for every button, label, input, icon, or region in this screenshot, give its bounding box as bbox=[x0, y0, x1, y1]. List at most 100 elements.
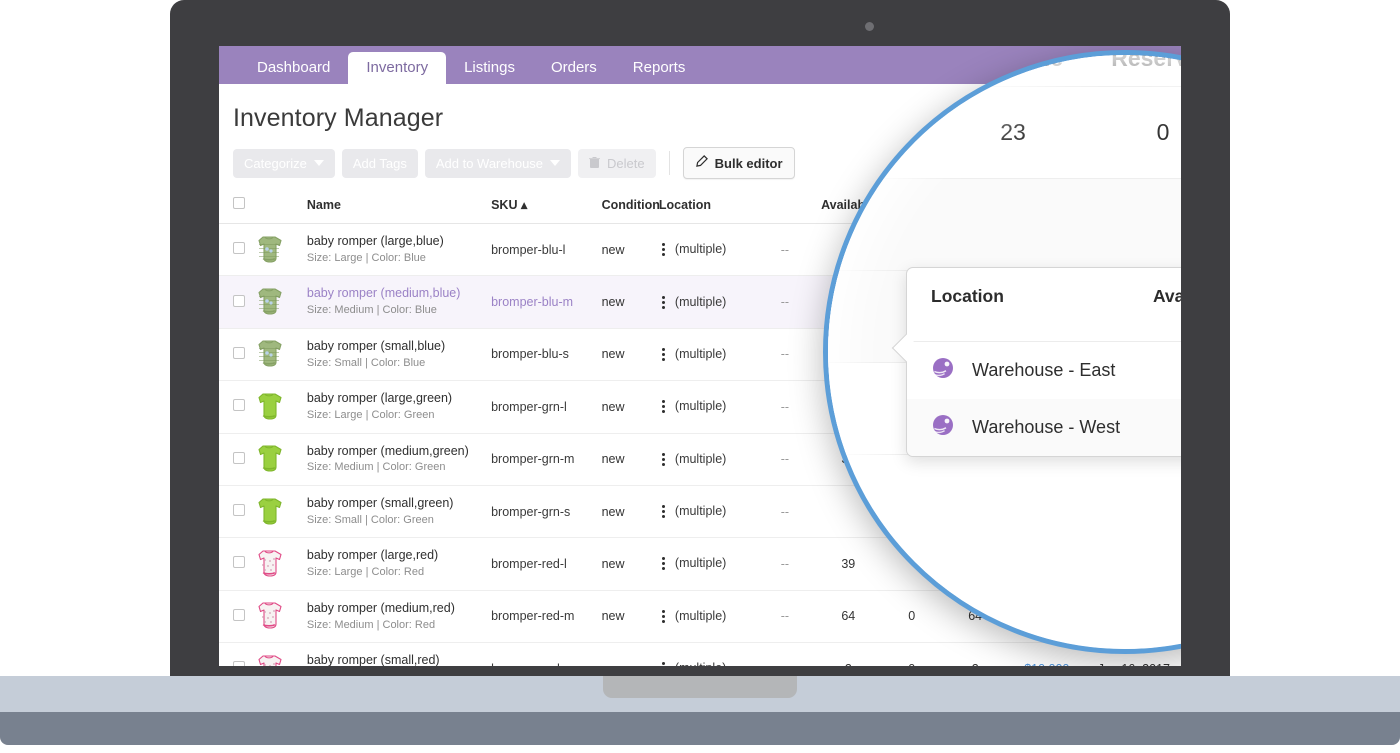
condition-cell: new bbox=[597, 642, 655, 666]
location-cell[interactable]: (multiple) bbox=[654, 433, 754, 486]
product-name[interactable]: baby romper (small,blue) bbox=[307, 338, 483, 355]
column-header-name[interactable]: Name bbox=[302, 189, 488, 224]
location-cell[interactable]: (multiple) bbox=[654, 275, 754, 329]
row-menu-icon[interactable] bbox=[659, 608, 669, 625]
row-checkbox[interactable] bbox=[233, 556, 245, 569]
condition-cell: new bbox=[597, 275, 655, 329]
product-thumbnail-cell bbox=[247, 380, 303, 434]
popup-row: Warehouse - East 23 0 23 bbox=[907, 342, 1181, 399]
location-cell[interactable]: (multiple) bbox=[654, 485, 754, 539]
column-header-condition[interactable]: Condition bbox=[597, 189, 660, 224]
sku-value: bromper-blu-s bbox=[491, 347, 569, 362]
row-select-cell bbox=[219, 328, 248, 382]
row-menu-icon[interactable] bbox=[659, 294, 669, 311]
categorize-label: Categorize bbox=[244, 155, 307, 171]
location-cell[interactable]: (multiple) bbox=[654, 328, 754, 382]
popup-header-available: Available bbox=[1152, 286, 1181, 306]
add-tags-button[interactable]: Add Tags bbox=[341, 148, 418, 178]
product-name[interactable]: baby romper (medium,green) bbox=[307, 443, 483, 460]
row-checkbox[interactable] bbox=[233, 294, 245, 307]
popup-location-name: Warehouse - West bbox=[972, 417, 1121, 437]
row-checkbox[interactable] bbox=[233, 346, 245, 359]
magnified-row: Ja bbox=[828, 179, 1181, 271]
sku-cell: bromper-blu-m bbox=[487, 275, 598, 329]
popup-header-row: Location Available Reserved On Hand bbox=[907, 268, 1181, 342]
popup-location-name: Warehouse - East bbox=[972, 360, 1116, 380]
sku-cell: bromper-red-m bbox=[487, 590, 598, 644]
condition-cell: new bbox=[597, 537, 655, 591]
categorize-button[interactable]: Categorize bbox=[233, 148, 335, 178]
product-thumbnail-cell bbox=[247, 328, 303, 382]
location-cell[interactable]: (multiple) bbox=[654, 537, 754, 591]
row-menu-icon[interactable] bbox=[659, 346, 669, 363]
product-name-cell: baby romper (small,red)Size: Small | Col… bbox=[302, 642, 488, 666]
location-cell[interactable]: (multiple) bbox=[654, 642, 754, 666]
magnified-row: 23 0 23 $10,000 bbox=[828, 87, 1181, 179]
location2-cell: -- bbox=[753, 380, 817, 434]
row-menu-icon[interactable] bbox=[659, 555, 669, 572]
nav-tab-dashboard[interactable]: Dashboard bbox=[239, 52, 348, 84]
product-name[interactable]: baby romper (medium,red) bbox=[307, 600, 483, 617]
product-thumbnail-cell bbox=[247, 223, 303, 277]
nav-tab-orders[interactable]: Orders bbox=[533, 52, 615, 84]
screenshot-root: Dashboard Inventory Listings Orders Repo… bbox=[0, 0, 1400, 753]
row-checkbox[interactable] bbox=[233, 399, 245, 412]
product-name[interactable]: baby romper (large,red) bbox=[307, 547, 483, 564]
product-name[interactable]: baby romper (large,green) bbox=[307, 390, 483, 407]
location2-cell: -- bbox=[753, 642, 817, 666]
product-meta: Size: Large | Color: Red bbox=[306, 566, 425, 579]
add-to-warehouse-button[interactable]: Add to Warehouse bbox=[424, 148, 572, 178]
popup-cell-location: Warehouse - East bbox=[931, 356, 1150, 385]
row-menu-icon[interactable] bbox=[659, 503, 669, 520]
location2-cell: -- bbox=[753, 433, 817, 486]
row-checkbox[interactable] bbox=[233, 451, 245, 464]
row-select-cell bbox=[219, 590, 248, 644]
product-name[interactable]: baby romper (small,green) bbox=[307, 495, 483, 512]
delete-button[interactable]: Delete bbox=[578, 148, 656, 178]
reserved-cell: 0 bbox=[880, 590, 944, 644]
row-menu-icon[interactable] bbox=[659, 398, 669, 415]
location-cell[interactable]: (multiple) bbox=[654, 380, 754, 434]
row-select-cell bbox=[219, 537, 248, 591]
product-name[interactable]: baby romper (small,red) bbox=[307, 652, 483, 666]
delete-label: Delete bbox=[607, 155, 645, 171]
row-menu-icon[interactable] bbox=[659, 451, 669, 468]
location-value: (multiple) bbox=[674, 556, 727, 571]
row-menu-icon[interactable] bbox=[659, 660, 669, 666]
nav-tab-reports[interactable]: Reports bbox=[615, 52, 704, 84]
sku-value: bromper-blu-l bbox=[491, 242, 566, 257]
row-checkbox[interactable] bbox=[233, 661, 245, 666]
row-checkbox[interactable] bbox=[233, 504, 245, 517]
product-name-cell: baby romper (medium,green) Size: Medium |… bbox=[302, 433, 488, 486]
row-select-cell bbox=[219, 275, 248, 329]
nav-tab-listings[interactable]: Listings bbox=[446, 52, 533, 84]
location2-cell: -- bbox=[753, 223, 817, 277]
popup-cell-available: 54 bbox=[1150, 417, 1181, 438]
row-select-cell bbox=[219, 223, 248, 277]
warehouse-icon bbox=[931, 413, 955, 442]
laptop-notch bbox=[603, 676, 797, 698]
nav-tab-inventory[interactable]: Inventory bbox=[348, 52, 447, 84]
row-menu-icon[interactable] bbox=[659, 241, 669, 258]
row-checkbox[interactable] bbox=[233, 608, 245, 621]
product-name[interactable]: baby romper (medium,blue) bbox=[307, 285, 483, 302]
column-header-location[interactable]: Location bbox=[654, 189, 754, 224]
magnified-table-header: n Location Available Reserved On Hand Pr… bbox=[828, 55, 1181, 87]
price-link[interactable]: $10,000 bbox=[1024, 661, 1070, 666]
sku-value: bromper-red-l bbox=[491, 556, 567, 571]
location-cell[interactable]: (multiple) bbox=[654, 590, 754, 644]
table-row[interactable]: baby romper (small,red)Size: Small | Col… bbox=[219, 642, 1181, 666]
condition-cell: new bbox=[597, 223, 655, 277]
column-header-sku[interactable]: SKU ▴ bbox=[487, 189, 598, 224]
condition-cell: new bbox=[597, 328, 655, 382]
row-checkbox[interactable] bbox=[233, 242, 245, 255]
product-thumbnail bbox=[252, 286, 286, 318]
available-cell: 39 bbox=[816, 537, 881, 591]
location-cell[interactable]: (multiple) bbox=[654, 223, 754, 277]
product-thumbnail-cell bbox=[247, 590, 303, 644]
product-thumbnail-cell bbox=[247, 642, 303, 666]
select-all-checkbox[interactable] bbox=[233, 197, 245, 209]
product-name[interactable]: baby romper (large,blue) bbox=[307, 233, 483, 250]
bulk-editor-button[interactable]: Bulk editor bbox=[682, 147, 795, 179]
product-name-cell: baby romper (small,blue) Size: Small | Co… bbox=[302, 328, 488, 382]
